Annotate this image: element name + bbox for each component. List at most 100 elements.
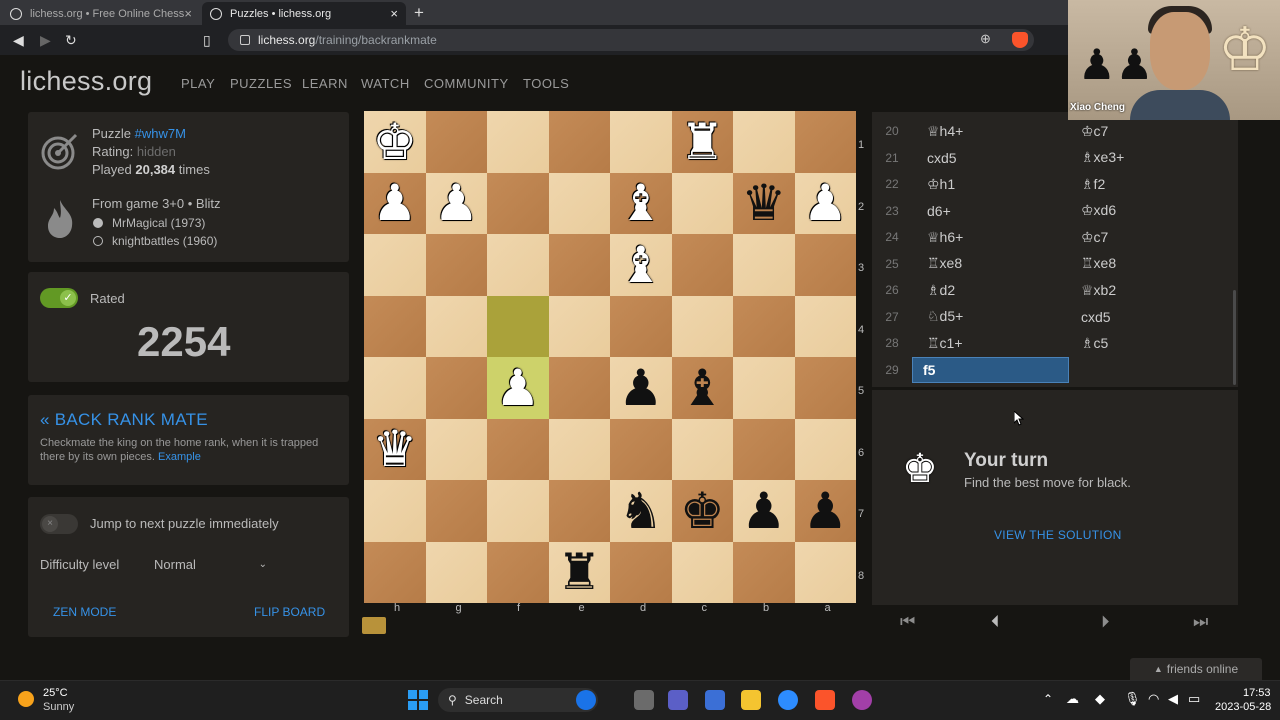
player-black[interactable]: knightbattles (1960) — [112, 234, 217, 248]
square-g6[interactable] — [425, 418, 487, 480]
square-f5[interactable]: ♟ — [487, 357, 549, 419]
square-e6[interactable] — [548, 418, 610, 480]
black-move[interactable]: ♗xe3+ — [1069, 149, 1124, 166]
square-f7[interactable] — [487, 480, 549, 542]
square-a5[interactable] — [794, 357, 856, 419]
square-e1[interactable] — [548, 111, 610, 173]
view-solution-button[interactable]: VIEW THE SOLUTION — [994, 528, 1122, 542]
black-move[interactable]: cxd5 — [1069, 309, 1111, 325]
friends-online-button[interactable]: ▲ friends online — [1130, 658, 1262, 680]
onedrive-icon[interactable]: ☁ — [1066, 691, 1079, 707]
square-h2[interactable]: ♟ — [364, 172, 426, 234]
square-g2[interactable]: ♟ — [425, 172, 487, 234]
back-icon[interactable]: ◀ — [13, 32, 24, 49]
square-h8[interactable] — [364, 541, 426, 603]
square-d3[interactable]: ♝ — [610, 234, 672, 296]
microphone-icon[interactable]: 🎙 — [1124, 691, 1141, 707]
white-rook-icon[interactable]: ♜ — [680, 117, 725, 167]
square-e2[interactable] — [548, 172, 610, 234]
white-move[interactable]: d6+ — [912, 203, 1069, 219]
square-h7[interactable] — [364, 480, 426, 542]
square-c8[interactable] — [671, 541, 733, 603]
square-a4[interactable] — [794, 295, 856, 357]
square-a6[interactable] — [794, 418, 856, 480]
black-pawn-icon[interactable]: ♟ — [803, 486, 848, 536]
square-e5[interactable] — [548, 357, 610, 419]
show-hidden-icons[interactable]: ⌃ — [1043, 692, 1053, 706]
black-move[interactable]: ♔xd6 — [1069, 202, 1116, 219]
square-d8[interactable] — [610, 541, 672, 603]
square-a2[interactable]: ♟ — [794, 172, 856, 234]
square-e3[interactable] — [548, 234, 610, 296]
task-view-icon[interactable] — [634, 690, 654, 710]
square-a8[interactable] — [794, 541, 856, 603]
square-c2[interactable] — [671, 172, 733, 234]
black-move[interactable]: ♗c5 — [1069, 335, 1108, 352]
square-d7[interactable]: ♞ — [610, 480, 672, 542]
square-f6[interactable] — [487, 418, 549, 480]
prev-move-icon[interactable]: ⏴ — [991, 612, 1000, 632]
address-bar[interactable]: lichess.org/training/backrankmate — [228, 29, 1034, 51]
app-icon[interactable] — [852, 690, 872, 710]
black-bishop-icon[interactable]: ♝ — [680, 363, 725, 413]
white-move[interactable]: ♗d2 — [912, 282, 1069, 299]
square-c6[interactable] — [671, 418, 733, 480]
bookmark-icon[interactable]: ▯ — [203, 32, 211, 49]
black-queen-icon[interactable]: ♛ — [741, 178, 786, 228]
square-d6[interactable] — [610, 418, 672, 480]
square-b2[interactable]: ♛ — [733, 172, 795, 234]
square-c3[interactable] — [671, 234, 733, 296]
zoom-app-icon[interactable] — [778, 690, 798, 710]
white-move[interactable]: ♖xe8 — [912, 255, 1069, 272]
difficulty-select[interactable]: Normal ⌄ — [146, 550, 271, 578]
browser-tab-lichess[interactable]: lichess.org • Free Online Chess × — [2, 2, 200, 25]
brave-shield-icon[interactable] — [1012, 32, 1028, 48]
flip-board-button[interactable]: FLIP BOARD — [254, 605, 325, 619]
square-b1[interactable] — [733, 111, 795, 173]
square-d1[interactable] — [610, 111, 672, 173]
square-g5[interactable] — [425, 357, 487, 419]
forward-icon[interactable]: ▶ — [40, 32, 51, 49]
square-d5[interactable]: ♟ — [610, 357, 672, 419]
white-move[interactable]: ♔h1 — [912, 176, 1069, 193]
black-move[interactable]: ♔c7 — [1069, 123, 1108, 140]
player-white[interactable]: MrMagical (1973) — [112, 216, 205, 230]
nav-tools[interactable]: TOOLS — [523, 76, 569, 91]
square-f8[interactable] — [487, 541, 549, 603]
square-h4[interactable] — [364, 295, 426, 357]
white-king-icon[interactable]: ♚ — [372, 117, 417, 167]
from-game-link[interactable]: From game 3+0 • Blitz — [92, 196, 220, 211]
square-h3[interactable] — [364, 234, 426, 296]
square-h1[interactable]: ♚ — [364, 111, 426, 173]
square-h6[interactable]: ♛ — [364, 418, 426, 480]
first-move-icon[interactable]: ⏮ — [900, 612, 915, 632]
square-a3[interactable] — [794, 234, 856, 296]
white-pawn-icon[interactable]: ♟ — [803, 178, 848, 228]
square-c7[interactable]: ♚ — [671, 480, 733, 542]
white-queen-icon[interactable]: ♛ — [372, 424, 417, 474]
black-rook-icon[interactable]: ♜ — [557, 547, 602, 597]
rated-toggle[interactable]: ✓ — [40, 288, 78, 308]
square-b6[interactable] — [733, 418, 795, 480]
square-g3[interactable] — [425, 234, 487, 296]
square-e8[interactable]: ♜ — [548, 541, 610, 603]
black-pawn-icon[interactable]: ♟ — [741, 486, 786, 536]
square-f1[interactable] — [487, 111, 549, 173]
square-e4[interactable] — [548, 295, 610, 357]
example-link[interactable]: Example — [158, 451, 201, 463]
square-g4[interactable] — [425, 295, 487, 357]
black-move[interactable]: ♔c7 — [1069, 229, 1108, 246]
black-move[interactable]: ♖xe8 — [1069, 255, 1116, 272]
theme-title-link[interactable]: « BACK RANK MATE — [40, 410, 208, 430]
square-c5[interactable]: ♝ — [671, 357, 733, 419]
copilot-icon[interactable] — [705, 690, 725, 710]
square-b3[interactable] — [733, 234, 795, 296]
puzzle-id-link[interactable]: #whw7M — [135, 126, 186, 141]
move-list-scrollbar[interactable] — [1233, 290, 1236, 385]
square-f2[interactable] — [487, 172, 549, 234]
nav-learn[interactable]: LEARN — [302, 76, 348, 91]
volume-icon[interactable]: ◀ — [1168, 691, 1178, 707]
square-d4[interactable] — [610, 295, 672, 357]
nav-watch[interactable]: WATCH — [361, 76, 410, 91]
white-move[interactable]: ♖c1+ — [912, 335, 1069, 352]
